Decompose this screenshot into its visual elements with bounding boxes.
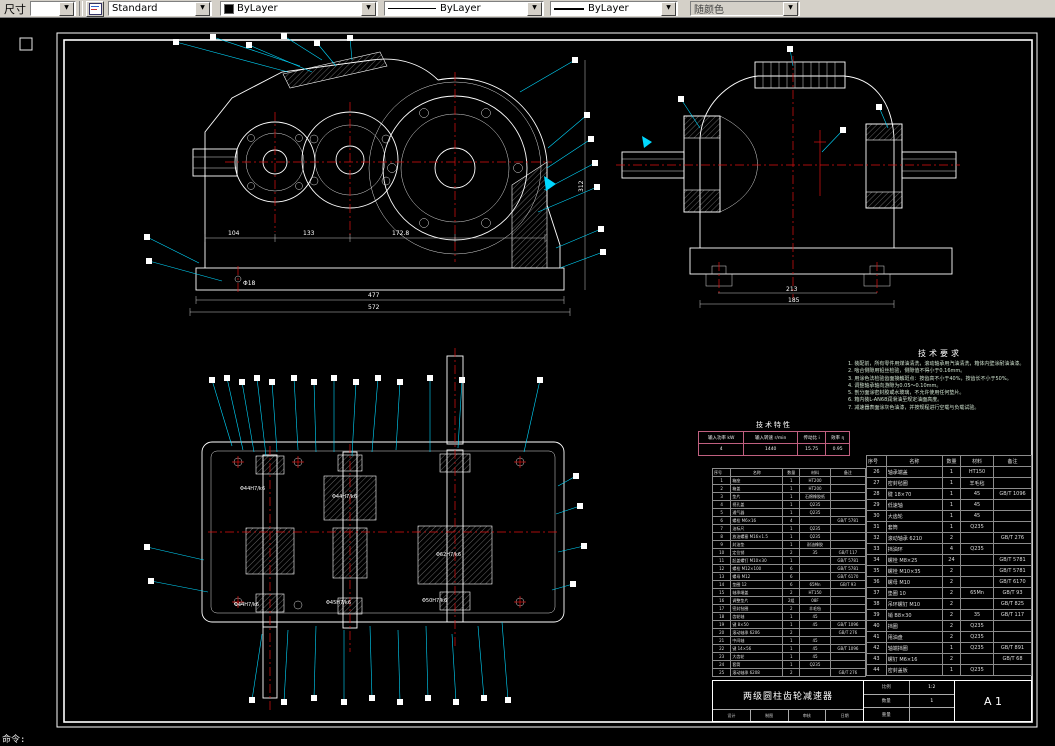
bom-row: 34 螺栓 M8×25 24 GB/T 5781	[866, 554, 1032, 566]
bom-row: 20 滚动轴承 6206 2 GB/T 276	[711, 628, 867, 637]
front-view: 104 133 172.8 477 572 Φ18 312	[189, 51, 586, 316]
dim-text: 133	[303, 230, 315, 237]
bom-row: 18 齿轮轴 1 45	[711, 612, 867, 621]
ucs-icon	[19, 37, 33, 51]
dim-text: 572	[368, 304, 380, 311]
bom-row: 33 挡油环 4 Q235	[866, 543, 1032, 555]
fit-text: Φ62H7/k6	[436, 552, 461, 558]
bom-row: 25 滚动轴承 6208 2 GB/T 276	[711, 668, 867, 677]
fit-text: Φ45H7/k6	[326, 600, 351, 606]
dim-text: 477	[368, 292, 380, 299]
title-block: 两级圆柱齿轮减速器 设计 制图 审核 日期 比例 1:2 数量 1 重量 A 1	[712, 680, 1032, 722]
title-block-role: 审核	[789, 710, 827, 721]
sheet-size: A 1	[983, 694, 1003, 708]
dim-text: Φ18	[243, 280, 256, 287]
dim-text: 312	[578, 180, 585, 192]
bom-row: 36 螺母 M10 2 GB/T 6170	[866, 576, 1032, 588]
tech-req-item: 4. 调整轴承轴向游隙为0.05～0.10mm。	[848, 382, 942, 389]
bom-row: 12 螺栓 M12×100 6 GB/T 5781	[711, 564, 867, 573]
bom-row: 29 低速轴 1 45	[866, 499, 1032, 511]
parts-list-right: 序号 名称 数量 材料 备注 26 轴承端盖 1 HT150 27 密封毡圈 1 羊毛毡 28 键 18×…	[866, 455, 1032, 676]
dim-text: 104	[228, 230, 240, 237]
bom-row: 22 键 14×56 1 45 GB/T 1096	[711, 644, 867, 653]
bom-row: 44 密封盖板 1 Q235	[866, 664, 1032, 676]
fit-text: Φ44H7/k6	[332, 494, 357, 500]
tech-req-item: 3. 用涂色法检验齿面接触斑点：按齿高不小于40%，按齿长不小于50%。	[848, 375, 1012, 382]
qty-value: 1	[930, 698, 934, 704]
title-block-role: 制图	[751, 710, 789, 721]
bom-row: 10 定位销 2 35 GB/T 117	[711, 548, 867, 557]
bom-row: 14 垫圈 12 6 65Mn GB/T 93	[711, 580, 867, 589]
bom-row: 15 轴承端盖 2 HT150	[711, 588, 867, 597]
bom-row: 4 视孔盖 1 Q235	[711, 500, 867, 509]
plan-view: Φ44H7/k6 Φ44H7/k6 Φ62H7/k6 Φ44H7/k6 Φ45H…	[201, 348, 565, 712]
bom-row: 21 中间轴 1 45	[711, 636, 867, 645]
bom-row: 43 螺钉 M6×16 2 GB/T 68	[866, 653, 1032, 665]
parts-list-left: 序号 名称 数量 材料 备注 1 箱座 1 HT200 2 箱盖 1 HT200 3 垫片 1 石棉橡胶纸 4 视…	[711, 468, 867, 677]
dim-text: 185	[788, 297, 800, 304]
drawing-title: 两级圆柱齿轮减速器	[742, 691, 833, 702]
bom-row: 11 起盖螺钉 M10×30 1 GB/T 5781	[711, 556, 867, 565]
bom-row: 27 密封毡圈 1 羊毛毡	[866, 477, 1032, 489]
bom-row: 16 调整垫片 2组 08F	[711, 596, 867, 605]
bom-row: 42 轴端挡圈 1 Q235 GB/T 891	[866, 642, 1032, 654]
tech-req-title: 技术要求	[918, 349, 962, 358]
fit-text: Φ44H7/k6	[234, 602, 259, 608]
bom-row: 26 轴承端盖 1 HT150	[866, 466, 1032, 478]
command-line[interactable]: 命令:	[2, 732, 25, 745]
tech-char-table: 输入功率 kW 输入转速 r/min 传动比 i 效率 η 4 1440 15.75 0.9…	[697, 431, 850, 456]
technical-characteristics: 技术特性 输入功率 kW 输入转速 r/min 传动比 i 效率 η 4 1440 15.…	[697, 420, 850, 456]
bom-row: 6 螺栓 M6×16 4 GB/T 5781	[711, 516, 867, 525]
bom-row: 38 吊环螺钉 M10 2 GB/T 825	[866, 598, 1032, 610]
bom-row: 28 键 18×70 1 45 GB/T 1096	[866, 488, 1032, 500]
title-block-role: 设计	[713, 710, 751, 721]
bom-row: 1 箱座 1 HT200	[711, 476, 867, 485]
tech-req-item: 7. 减速器表面涂灰色油漆，并按规程进行空载与负载试验。	[848, 404, 980, 411]
bom-row: 19 键 8×50 1 45 GB/T 1096	[711, 620, 867, 629]
bom-row: 2 箱盖 1 HT200	[711, 484, 867, 493]
bom-row: 7 油标尺 1 Q235	[711, 524, 867, 533]
bom-row: 37 垫圈 10 2 65Mn GB/T 93	[866, 587, 1032, 599]
bom-row: 13 螺母 M12 6 GB/T 6170	[711, 572, 867, 581]
bom-row: 17 密封毡圈 2 羊毛毡	[711, 604, 867, 613]
fit-text: Φ44H7/k6	[240, 486, 265, 492]
bom-row: 30 大齿轮 1 45	[866, 510, 1032, 522]
bom-row: 3 垫片 1 石棉橡胶纸	[711, 492, 867, 501]
tech-req-item: 2. 啮合侧隙用铅丝检验，侧隙值不得小于0.16mm。	[848, 368, 966, 375]
section-arrow-icon	[642, 136, 652, 148]
bom-row: 23 大齿轮 1 45	[711, 652, 867, 661]
bom-row: 5 通气器 1 Q235	[711, 508, 867, 517]
technical-requirements: 技术要求 1. 装配前，所有零件用煤油清洗，滚动轴承用汽油清洗，箱体内壁涂耐油油…	[848, 348, 1032, 412]
weight-value	[910, 708, 955, 721]
side-view: 213 185	[616, 56, 960, 308]
dim-text: 172.8	[392, 230, 409, 237]
bom-row: 9 封油垫 1 耐油橡胶	[711, 540, 867, 549]
tech-req-item: 6. 箱内装L-AN68润滑油至规定油面高度。	[848, 397, 943, 404]
bom-row: 39 销 B8×30 2 35 GB/T 117	[866, 609, 1032, 621]
tech-char-title: 技术特性	[756, 421, 792, 429]
scale-value: 1:2	[928, 684, 936, 690]
title-block-role: 日期	[840, 712, 849, 718]
bom-row: 31 套筒 1 Q235	[866, 521, 1032, 533]
bom-row: 35 螺栓 M10×35 2 GB/T 5781	[866, 565, 1032, 577]
dim-text: 213	[786, 286, 798, 293]
bom-row: 40 挡圈 2 Q235	[866, 620, 1032, 632]
fit-text: Φ50H7/k6	[422, 598, 447, 604]
bom-row: 24 套筒 1 Q235	[711, 660, 867, 669]
bom-row: 8 放油螺塞 M16×1.5 1 Q235	[711, 532, 867, 541]
bom-row: 41 甩油盘 2 Q235	[866, 631, 1032, 643]
bom-row: 32 滚动轴承 6210 2 GB/T 276	[866, 532, 1032, 544]
